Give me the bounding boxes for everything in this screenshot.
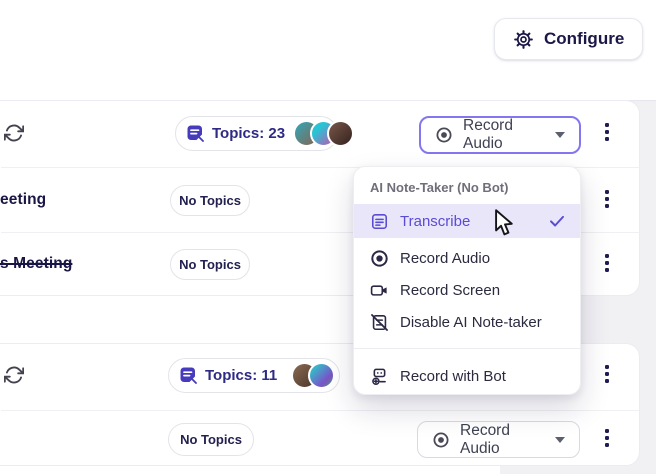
topics-badge-label: No Topics — [179, 257, 241, 272]
note-taker-mode-label: Record Audio — [460, 421, 510, 457]
note-taker-mode-dropdown[interactable]: Record Audio — [419, 116, 581, 154]
configure-button-label: Configure — [544, 29, 625, 48]
topics-badge[interactable]: No Topics — [170, 249, 250, 280]
row-overflow-menu[interactable] — [599, 119, 615, 145]
note-taker-mode-dropdown[interactable]: Record Audio — [417, 421, 580, 458]
topics-badge-label: Topics: 23 — [212, 125, 286, 142]
chevron-down-icon — [555, 132, 565, 138]
note-taker-mode-label: Record Audio — [463, 117, 513, 152]
menu-item-label: Record Screen — [400, 281, 501, 299]
topics-icon — [180, 367, 197, 384]
recurring-meeting-icon — [3, 123, 25, 143]
topics-badge[interactable]: Topics: 11 — [168, 358, 340, 393]
attendee-avatars — [291, 362, 335, 389]
meeting-title-cancelled[interactable]: s Meeting — [0, 255, 72, 273]
menu-item-disable-ai-note-taker[interactable]: Disable AI Note-taker — [354, 306, 580, 338]
meetings-screen: Configure Topics: 23 Record Audio eeting… — [0, 0, 656, 474]
record-audio-icon — [432, 431, 450, 449]
recurring-meeting-icon — [3, 365, 25, 385]
menu-divider — [354, 348, 580, 349]
meeting-title[interactable]: eeting — [0, 191, 46, 209]
topics-badge-label: No Topics — [180, 432, 242, 447]
row-overflow-menu[interactable] — [599, 250, 615, 276]
row-overflow-menu[interactable] — [599, 361, 615, 387]
mouse-cursor — [492, 209, 518, 242]
chevron-down-icon — [555, 436, 565, 443]
record-audio-icon — [435, 126, 453, 144]
row-divider — [1, 410, 639, 411]
topics-icon — [187, 125, 204, 142]
menu-item-label: Transcribe — [400, 212, 471, 230]
attendee-avatars — [293, 120, 355, 147]
note-taker-dropdown-menu: AI Note-Taker (No Bot) Transcribe Record… — [353, 166, 581, 395]
record-with-bot-icon — [370, 367, 389, 386]
menu-item-label: Record with Bot — [400, 367, 506, 385]
record-screen-icon — [370, 281, 389, 300]
gear-icon — [513, 29, 534, 50]
menu-item-label: Record Audio — [400, 249, 491, 267]
menu-section-label: AI Note-Taker (No Bot) — [370, 180, 509, 195]
menu-item-record-audio[interactable]: Record Audio — [354, 242, 580, 274]
topics-badge[interactable]: No Topics — [170, 185, 250, 216]
configure-button[interactable]: Configure — [494, 18, 644, 60]
disable-ai-note-taker-icon — [370, 313, 389, 332]
menu-item-transcribe[interactable]: Transcribe — [354, 204, 580, 238]
topics-badge-label: No Topics — [179, 193, 241, 208]
topics-badge[interactable]: No Topics — [168, 423, 254, 456]
avatar — [327, 120, 355, 147]
topics-badge-label: Topics: 11 — [205, 367, 278, 384]
menu-item-record-with-bot[interactable]: Record with Bot — [354, 359, 580, 393]
transcribe-icon — [370, 212, 389, 231]
menu-item-label: Disable AI Note-taker — [400, 313, 542, 331]
record-audio-icon — [370, 249, 389, 268]
row-overflow-menu[interactable] — [599, 186, 615, 212]
topics-badge[interactable]: Topics: 23 — [175, 116, 355, 151]
avatar — [308, 362, 335, 389]
check-icon — [548, 212, 566, 230]
row-overflow-menu[interactable] — [599, 425, 615, 451]
menu-item-record-screen[interactable]: Record Screen — [354, 274, 580, 306]
